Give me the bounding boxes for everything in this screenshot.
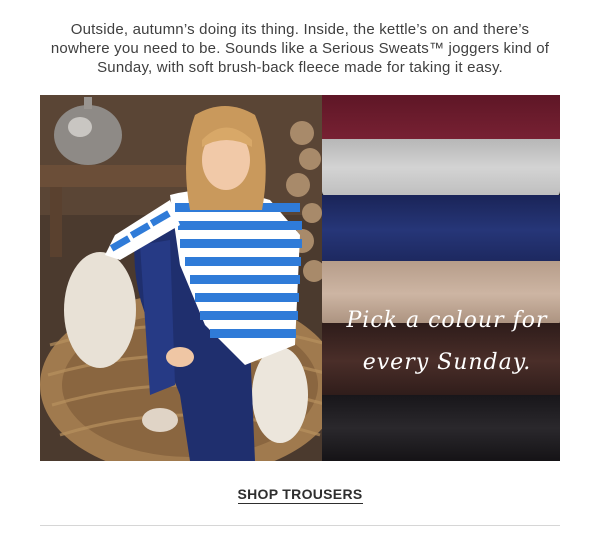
script-caption: Pick a colour for every Sunday. — [342, 300, 552, 384]
hero-image[interactable]: Pick a colour for every Sunday. — [40, 95, 560, 461]
fold-grey — [322, 139, 560, 197]
fold-navy — [322, 195, 560, 265]
cta-container: SHOP TROUSERS — [0, 486, 600, 504]
script-line-1: Pick a colour for — [346, 308, 548, 333]
fold-black — [322, 395, 560, 461]
joggers-stack-photo: Pick a colour for every Sunday. — [322, 95, 560, 461]
intro-text: Outside, autumn’s doing its thing. Insid… — [50, 21, 550, 76]
fold-burgundy — [322, 95, 560, 143]
script-line-2: every Sunday. — [362, 350, 532, 375]
model-photo — [40, 95, 322, 461]
divider — [40, 525, 560, 526]
shop-trousers-link[interactable]: SHOP TROUSERS — [237, 486, 363, 504]
